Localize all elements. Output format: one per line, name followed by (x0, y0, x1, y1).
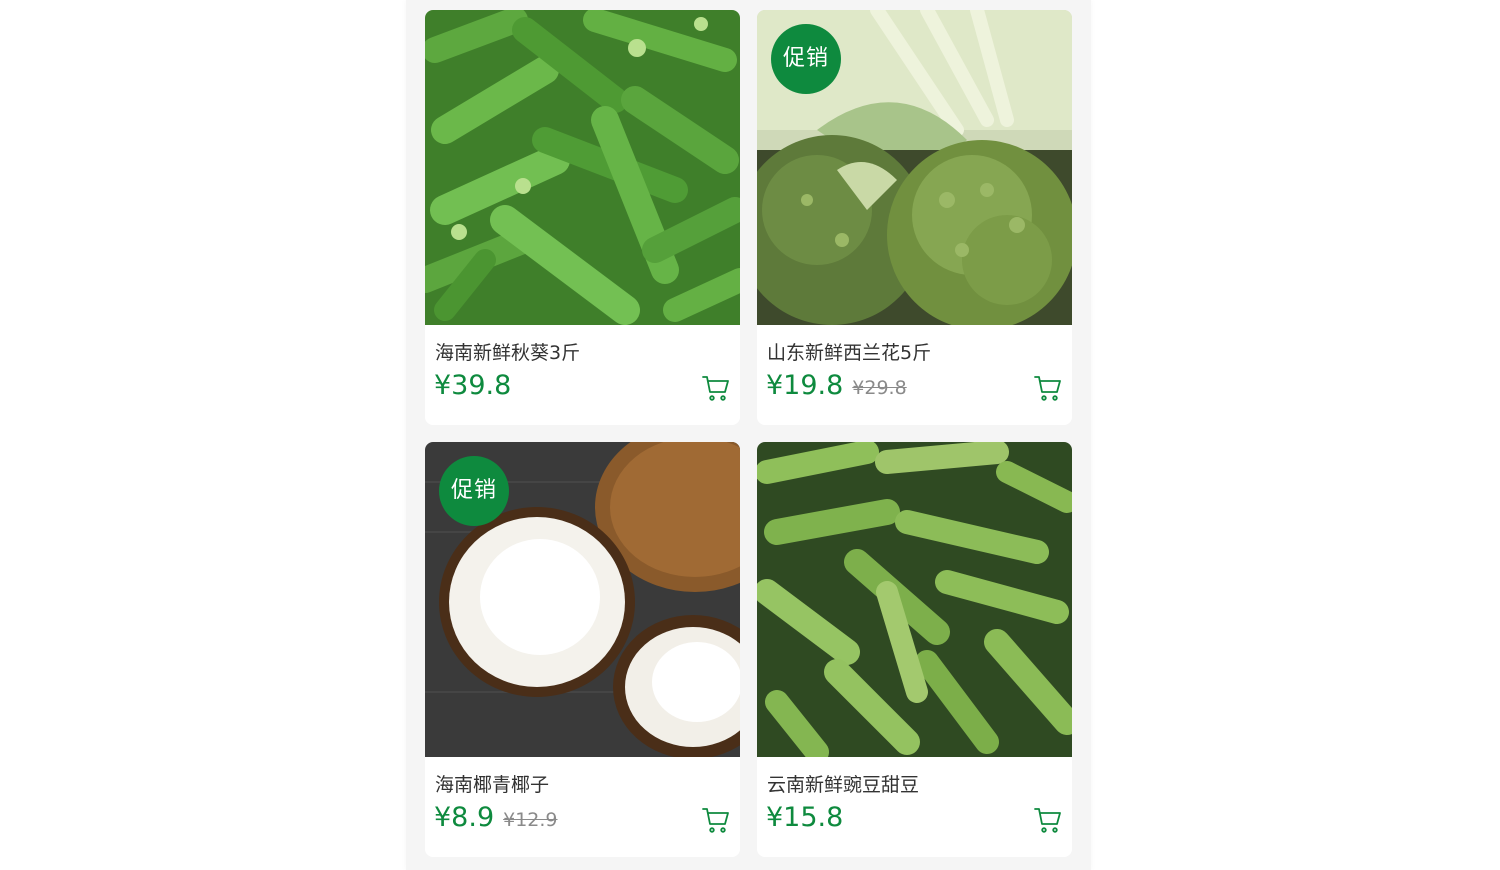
price-row: ¥39.8 (434, 370, 511, 410)
product-price: ¥8.9 (434, 802, 495, 833)
shopping-cart-icon[interactable] (702, 806, 730, 834)
price-row: ¥8.9 ¥12.9 (434, 802, 558, 842)
product-image-peas (757, 442, 1072, 757)
product-grid: 海南新鲜秋葵3斤 ¥39.8 促销 山东新鲜西兰花5斤 ¥19.8 ¥29.8 … (425, 10, 1073, 857)
product-name: 海南椰青椰子 (435, 774, 550, 796)
original-price: ¥29.8 (852, 377, 907, 399)
product-card-okra[interactable]: 海南新鲜秋葵3斤 ¥39.8 (425, 10, 740, 425)
price-row: ¥19.8 ¥29.8 (766, 370, 907, 410)
promo-badge: 促销 (771, 24, 841, 94)
product-card-coconut[interactable]: 促销 海南椰青椰子 ¥8.9 ¥12.9 (425, 442, 740, 857)
original-price: ¥12.9 (503, 809, 558, 831)
price-row: ¥15.8 (766, 802, 843, 842)
promo-badge: 促销 (439, 456, 509, 526)
product-card-peas[interactable]: 云南新鲜豌豆甜豆 ¥15.8 (757, 442, 1072, 857)
product-name: 海南新鲜秋葵3斤 (435, 342, 581, 364)
shopping-cart-icon[interactable] (702, 374, 730, 402)
product-image-coconut: 促销 (425, 442, 740, 757)
product-card-broccoli[interactable]: 促销 山东新鲜西兰花5斤 ¥19.8 ¥29.8 (757, 10, 1072, 425)
product-price: ¥19.8 (766, 370, 844, 401)
product-image-broccoli: 促销 (757, 10, 1072, 325)
product-price: ¥39.8 (434, 370, 512, 401)
product-price: ¥15.8 (766, 802, 844, 833)
product-name: 山东新鲜西兰花5斤 (767, 342, 932, 364)
shopping-cart-icon[interactable] (1034, 806, 1062, 834)
shopping-cart-icon[interactable] (1034, 374, 1062, 402)
product-name: 云南新鲜豌豆甜豆 (767, 774, 920, 796)
product-image-okra (425, 10, 740, 325)
